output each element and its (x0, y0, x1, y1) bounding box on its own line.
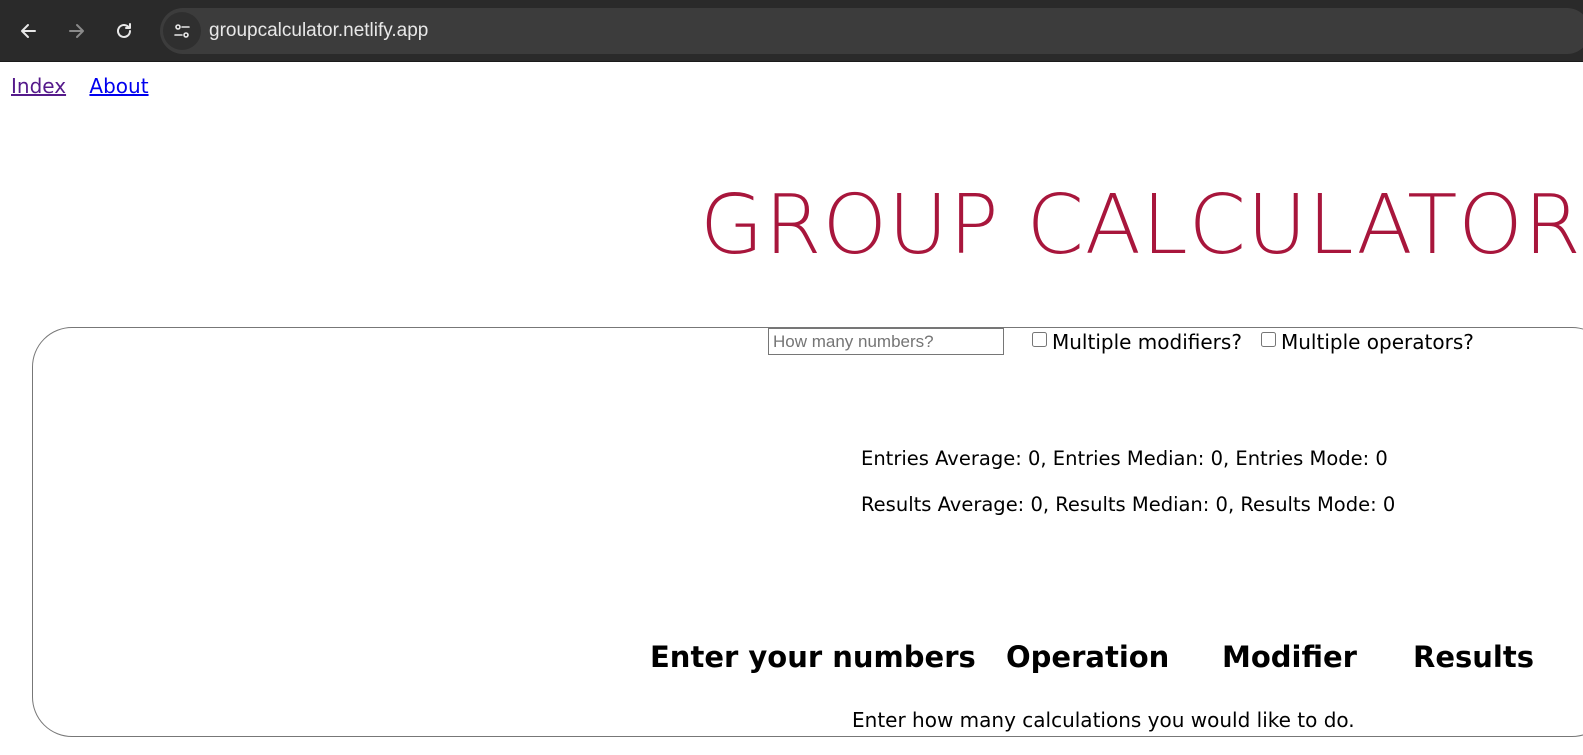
column-header-operation: Operation (1006, 640, 1170, 674)
site-info-button[interactable] (163, 12, 201, 50)
multiple-modifiers-option[interactable]: Multiple modifiers? (1032, 330, 1242, 354)
url-text[interactable]: groupcalculator.netlify.app (209, 20, 428, 42)
results-stats: Results Average: 0, Results Median: 0, R… (861, 493, 1396, 516)
page-title: GROUP CALCULATOR (700, 178, 1582, 273)
multiple-operators-option[interactable]: Multiple operators? (1261, 330, 1474, 354)
back-button[interactable] (11, 13, 47, 49)
forward-arrow-icon (69, 24, 84, 38)
reload-icon (117, 23, 131, 38)
calculator-panel (32, 327, 1583, 737)
about-link[interactable]: About (89, 74, 148, 98)
forward-button[interactable] (58, 13, 94, 49)
index-link[interactable]: Index (11, 74, 66, 98)
instruction-text: Enter how many calculations you would li… (852, 708, 1355, 732)
entries-stats: Entries Average: 0, Entries Median: 0, E… (861, 447, 1388, 470)
number-count-input[interactable] (768, 328, 1004, 355)
multiple-operators-checkbox[interactable] (1261, 331, 1276, 347)
column-header-numbers: Enter your numbers (650, 640, 976, 674)
multiple-modifiers-checkbox[interactable] (1032, 331, 1047, 347)
column-header-modifier: Modifier (1222, 640, 1357, 674)
multiple-operators-label: Multiple operators? (1281, 330, 1474, 354)
column-header-results: Results (1413, 640, 1534, 674)
reload-button[interactable] (106, 13, 142, 49)
address-bar[interactable]: groupcalculator.netlify.app (160, 8, 1583, 54)
back-arrow-icon (21, 24, 36, 38)
browser-toolbar: groupcalculator.netlify.app (0, 0, 1583, 62)
multiple-modifiers-label: Multiple modifiers? (1052, 330, 1242, 354)
site-settings-icon (174, 24, 190, 38)
top-nav: Index About (11, 74, 166, 98)
